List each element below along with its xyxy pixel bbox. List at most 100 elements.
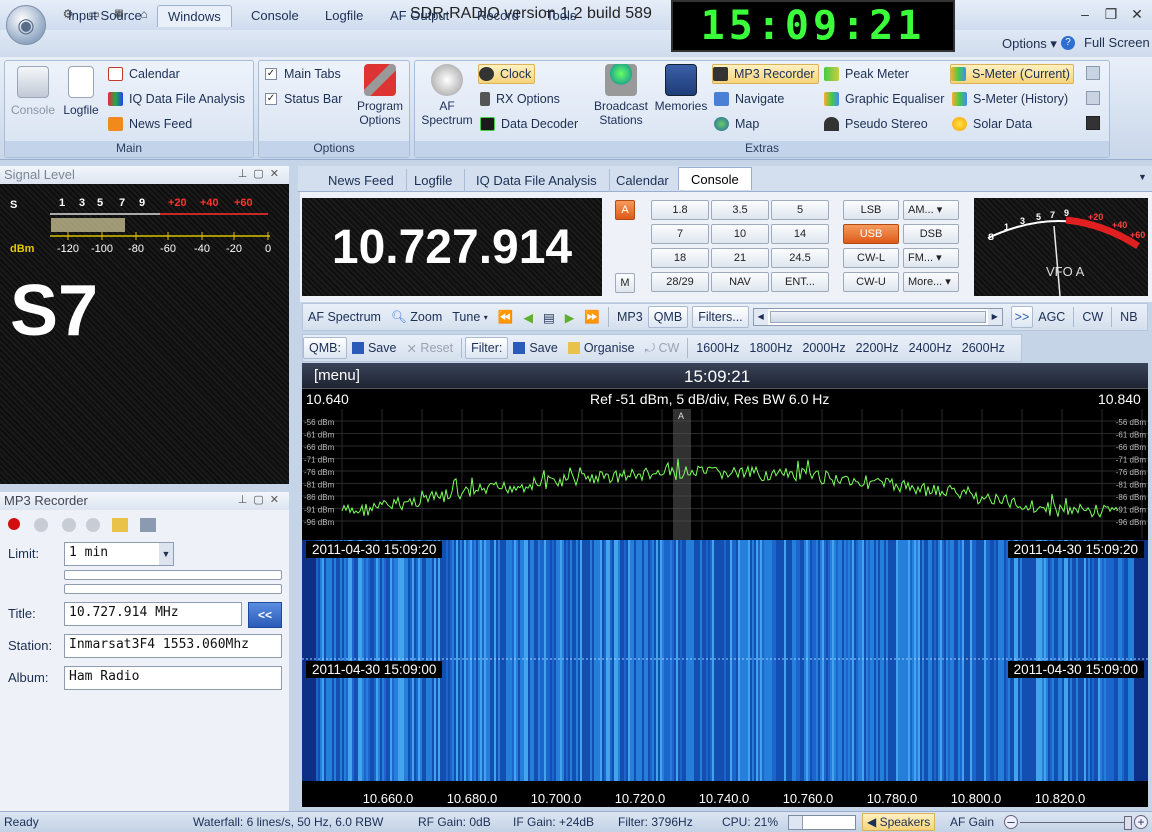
mp3-toggle[interactable]: MP3 (612, 306, 648, 328)
folder-icon[interactable] (112, 518, 128, 532)
tab-af-output[interactable]: AF Output (380, 5, 459, 27)
mode-button[interactable]: FM... ▾ (903, 248, 959, 268)
mode-button[interactable]: CW-L (843, 248, 899, 268)
tab-logfile[interactable]: Logfile (402, 169, 466, 192)
panel-controls[interactable]: ⊥▢✕ (238, 493, 285, 509)
antenna-small-icon[interactable] (1086, 66, 1100, 80)
application-menu-button[interactable]: ◉ (6, 5, 46, 45)
more-button[interactable]: >> (1010, 306, 1034, 328)
filter-save-button[interactable]: Save (508, 337, 563, 359)
full-screen-button[interactable]: Full Screen (1084, 35, 1150, 50)
terminal-icon[interactable] (1086, 116, 1100, 130)
filter-2200-button[interactable]: 2200Hz (851, 337, 904, 359)
tab-console[interactable]: Console (241, 5, 309, 27)
smeter-history-button[interactable]: S-Meter (History) (952, 89, 1068, 109)
iq-analysis-button[interactable]: IQ Data File Analysis (108, 89, 245, 109)
band-button[interactable]: 28/29 (651, 272, 709, 292)
tuning-scrollbar[interactable]: ◀ ▶ (752, 308, 1003, 326)
minimize-button[interactable]: – (1074, 4, 1096, 24)
tab-news-feed[interactable]: News Feed (316, 169, 407, 192)
solar-data-button[interactable]: Solar Data (952, 114, 1032, 134)
zoom-button[interactable]: 🔍︎ Zoom (386, 306, 447, 328)
network-icon[interactable] (1086, 91, 1100, 105)
rewind-fast-icon[interactable]: ⏪ (493, 306, 519, 328)
band-button[interactable]: 10 (711, 224, 769, 244)
band-button[interactable]: 7 (651, 224, 709, 244)
spectrum-menu[interactable]: [menu] (314, 367, 360, 384)
band-button[interactable]: NAV (711, 272, 769, 292)
qmb-save-button[interactable]: Save (347, 337, 402, 359)
band-button[interactable]: 24.5 (771, 248, 829, 268)
band-button[interactable]: 18 (651, 248, 709, 268)
close-button[interactable]: ✕ (1126, 4, 1148, 24)
forward-fast-icon[interactable]: ⏩ (579, 306, 605, 328)
mode-button[interactable]: USB (843, 224, 899, 244)
tab-console[interactable]: Console (678, 167, 752, 190)
scroll-right-icon[interactable]: ▶ (987, 309, 1002, 325)
band-button[interactable]: ENT... (771, 272, 829, 292)
mp3-recorder-button[interactable]: MP3 Recorder (712, 64, 819, 84)
band-button[interactable]: 1.8 (651, 200, 709, 220)
scroll-left-icon[interactable]: ◀ (753, 309, 768, 325)
main-tabs-checkbox[interactable]: ✓ Main Tabs (265, 64, 341, 84)
af-spectrum-button[interactable]: AF Spectrum (303, 306, 386, 328)
memories-button[interactable]: Memories (652, 64, 710, 113)
pseudo-stereo-button[interactable]: Pseudo Stereo (824, 114, 928, 134)
spectrum-graph[interactable]: -56 dBm -56 dBm -61 dBm -61 dBm -66 dBm -66 d… (302, 363, 1148, 807)
tab-calendar[interactable]: Calendar (604, 169, 682, 192)
mode-button[interactable]: CW-U (843, 272, 899, 292)
news-feed-button[interactable]: News Feed (108, 114, 192, 134)
center-icon[interactable]: ▤ (538, 306, 560, 328)
calendar-button[interactable]: Calendar (108, 64, 180, 84)
af-spectrum-button[interactable]: AF Spectrum (418, 64, 476, 127)
tune-dropdown[interactable]: Tune ▾ (447, 306, 493, 328)
gain-decrease-icon[interactable]: – (1004, 815, 1018, 829)
band-button[interactable]: 5 (771, 200, 829, 220)
station-input[interactable]: Inmarsat3F4 1553.060Mhz (64, 634, 282, 658)
copy-frequency-button[interactable]: << (248, 602, 282, 628)
previous-icon[interactable] (62, 518, 76, 532)
cw-button[interactable]: CW (1077, 306, 1108, 328)
band-button[interactable]: 3.5 (711, 200, 769, 220)
af-gain-slider-thumb[interactable] (1124, 816, 1132, 830)
filters-button[interactable]: Filters... (692, 306, 749, 328)
band-button[interactable]: 14 (771, 224, 829, 244)
limit-select[interactable]: 1 min (64, 542, 174, 566)
data-decoder-button[interactable]: Data Decoder (480, 114, 578, 134)
title-input[interactable]: 10.727.914 MHz (64, 602, 242, 626)
qmb-toggle[interactable]: QMB (647, 306, 689, 328)
spectrum-display[interactable]: -56 dBm -56 dBm -61 dBm -61 dBm -66 dBm -66 d… (302, 363, 1148, 807)
logfile-button[interactable]: Logfile (60, 66, 102, 117)
filter-2400-button[interactable]: 2400Hz (904, 337, 957, 359)
af-gain-slider-track[interactable] (1020, 822, 1124, 823)
maximize-button[interactable]: ❐ (1100, 4, 1122, 24)
tab-iq-analysis[interactable]: IQ Data File Analysis (464, 169, 610, 192)
program-options-button[interactable]: Program Options (352, 64, 408, 127)
mode-button[interactable]: More... ▾ (903, 272, 959, 292)
filter-1600-button[interactable]: 1600Hz (691, 337, 744, 359)
chevron-down-icon[interactable]: ▼ (159, 543, 173, 565)
forward-icon[interactable]: ▶ (560, 306, 580, 328)
settings-icon[interactable] (140, 518, 156, 532)
stop-icon[interactable] (34, 518, 48, 532)
mode-button[interactable]: LSB (843, 200, 899, 220)
rewind-icon[interactable]: ◀ (518, 306, 538, 328)
organise-button[interactable]: Organise (563, 337, 640, 359)
graphic-equaliser-button[interactable]: Graphic Equaliser (824, 89, 944, 109)
qmb-reset-button[interactable]: ✕ Reset (401, 337, 458, 359)
filter-2600-button[interactable]: 2600Hz (957, 337, 1010, 359)
navigate-button[interactable]: Navigate (714, 89, 784, 109)
pause-icon[interactable] (86, 518, 100, 532)
clock-button[interactable]: Clock (478, 64, 536, 84)
cw-filter-button[interactable]: ⤾ CW (640, 337, 685, 359)
album-input[interactable]: Ham Radio (64, 666, 282, 690)
options-menu[interactable]: Options ▾ (1002, 36, 1057, 52)
status-bar-checkbox[interactable]: ✓ Status Bar (265, 89, 342, 109)
broadcast-stations-button[interactable]: Broadcast Stations (590, 64, 652, 127)
tab-list-chevron-icon[interactable]: ▼ (1138, 172, 1147, 182)
band-button[interactable]: 21 (711, 248, 769, 268)
rx-options-button[interactable]: RX Options (480, 89, 560, 109)
scroll-thumb[interactable] (769, 311, 986, 323)
filter-1800-button[interactable]: 1800Hz (744, 337, 797, 359)
tab-windows[interactable]: Windows (157, 5, 232, 27)
